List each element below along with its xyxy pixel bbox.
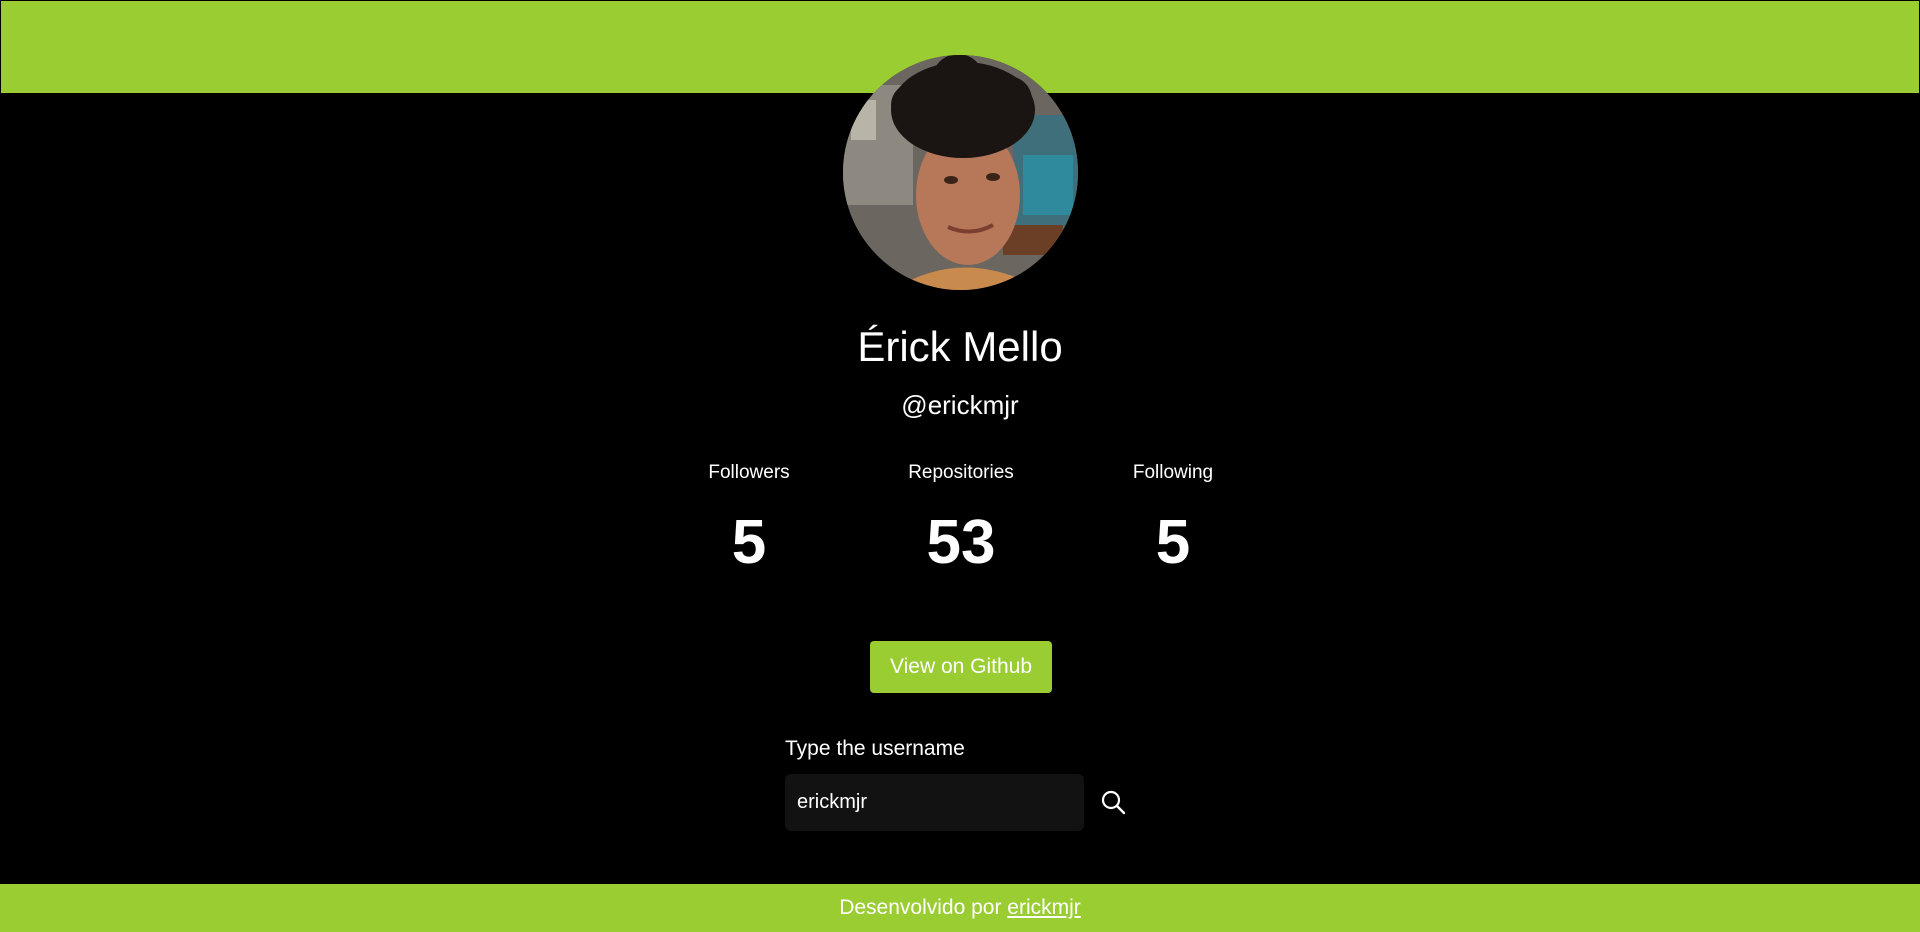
profile-handle: @erickmjr bbox=[901, 390, 1019, 420]
followers-count: 5 bbox=[731, 508, 767, 577]
following-stat: Following 5 bbox=[1073, 460, 1273, 578]
repositories-label: Repositories bbox=[908, 462, 1014, 483]
search-icon bbox=[1101, 790, 1126, 815]
following-count: 5 bbox=[1155, 508, 1191, 577]
username-input[interactable] bbox=[785, 774, 1084, 831]
repositories-stat: Repositories 53 bbox=[861, 460, 1061, 578]
footer-author-link[interactable]: erickmjr bbox=[1007, 896, 1081, 919]
avatar bbox=[843, 55, 1078, 290]
search-button[interactable] bbox=[1097, 786, 1131, 820]
followers-label: Followers bbox=[708, 462, 790, 483]
footer-bar: Desenvolvido por erickmjr bbox=[0, 884, 1920, 932]
following-label: Following bbox=[1132, 462, 1214, 483]
view-on-github-button[interactable]: View on Github bbox=[870, 641, 1052, 693]
profile-name: Érick Mello bbox=[857, 323, 1063, 370]
repositories-count: 53 bbox=[926, 508, 996, 577]
followers-stat: Followers 5 bbox=[649, 460, 849, 578]
profile-page: Érick Mello @erickmjr Followers 5 Reposi… bbox=[0, 0, 1920, 932]
footer-text: Desenvolvido por bbox=[839, 896, 1008, 919]
search-label: Type the username bbox=[785, 737, 965, 760]
